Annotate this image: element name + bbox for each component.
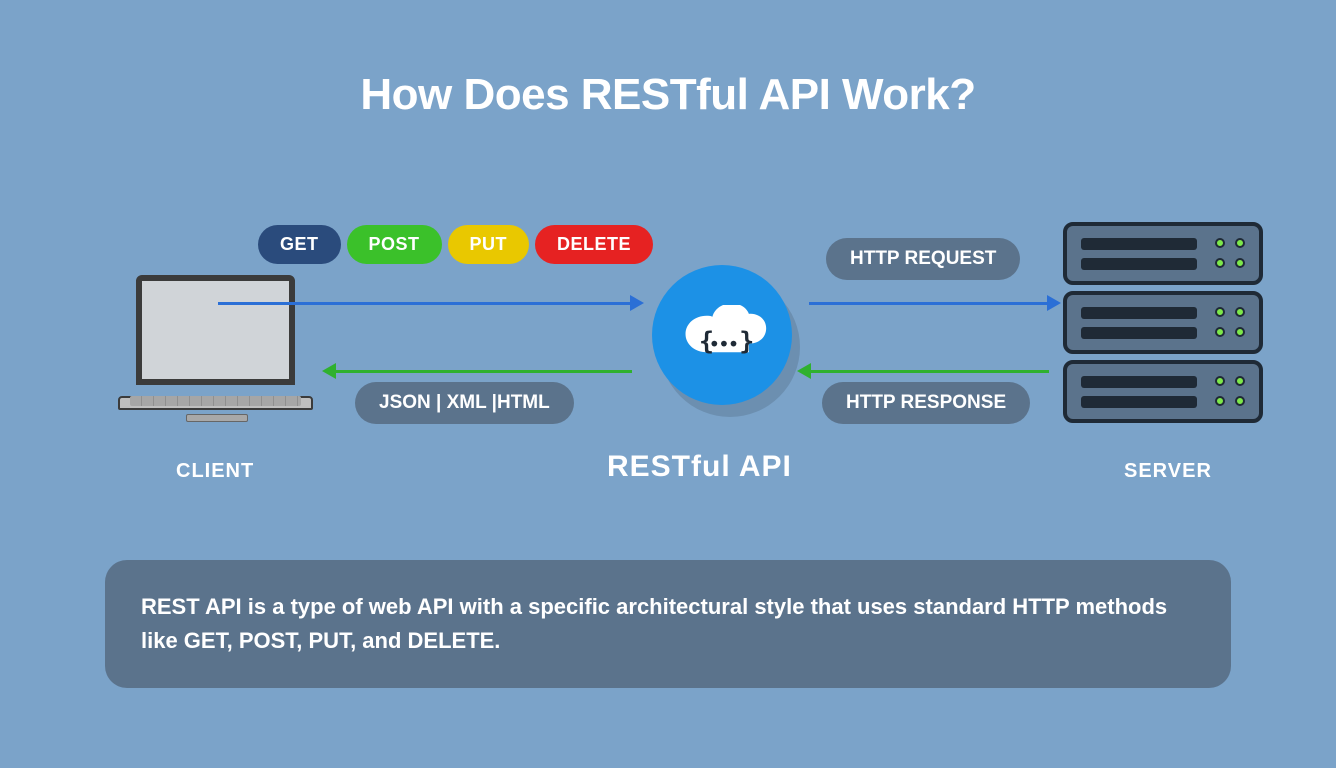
api-cloud-icon: { }	[652, 265, 792, 405]
server-rack-icon	[1063, 291, 1263, 354]
http-response-label: HTTP RESPONSE	[822, 382, 1030, 424]
arrow-client-to-api	[218, 302, 632, 305]
api-caption: RESTful API	[607, 450, 792, 484]
arrow-api-to-server	[809, 302, 1049, 305]
description-box: REST API is a type of web API with a spe…	[105, 560, 1231, 688]
client-caption: CLIENT	[176, 460, 254, 483]
arrow-api-to-client	[334, 370, 632, 373]
method-get-pill: GET	[258, 225, 341, 264]
svg-text:{: {	[699, 326, 714, 355]
arrow-server-to-api	[809, 370, 1049, 373]
server-stack-icon	[1063, 222, 1263, 429]
laptop-icon	[118, 275, 313, 430]
http-request-label: HTTP REQUEST	[826, 238, 1020, 280]
server-rack-icon	[1063, 222, 1263, 285]
http-methods-row: GET POST PUT DELETE	[258, 225, 653, 264]
diagram-title: How Does RESTful API Work?	[0, 70, 1336, 120]
method-delete-pill: DELETE	[535, 225, 653, 264]
server-rack-icon	[1063, 360, 1263, 423]
svg-text:}: }	[739, 326, 754, 355]
method-put-pill: PUT	[448, 225, 530, 264]
response-formats-label: JSON | XML |HTML	[355, 382, 574, 424]
method-post-pill: POST	[347, 225, 442, 264]
server-caption: SERVER	[1124, 460, 1212, 483]
